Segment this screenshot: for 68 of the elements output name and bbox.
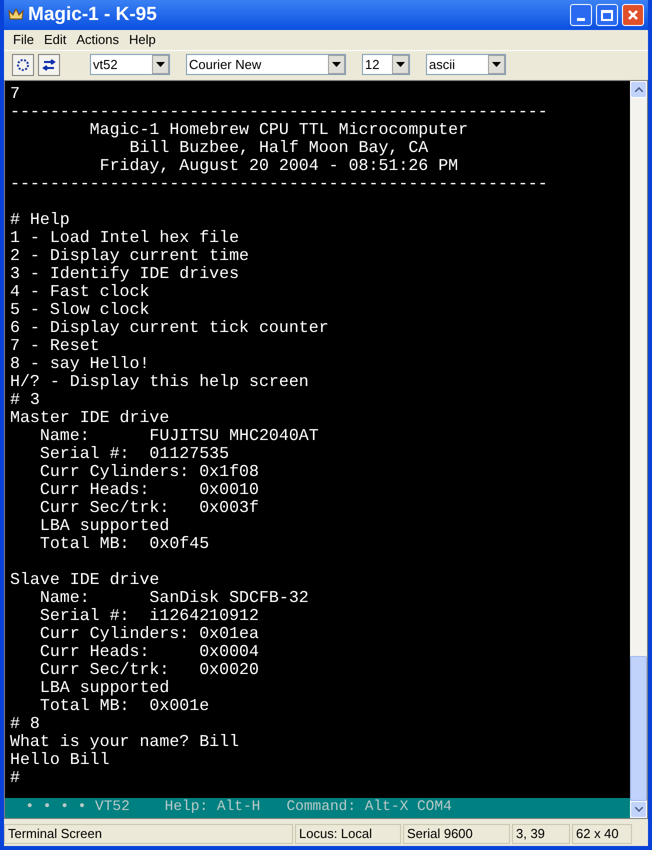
terminal-line: 2 - Display current time bbox=[10, 246, 249, 265]
terminal-line: Total MB: 0x0f45 bbox=[38, 534, 210, 553]
terminal-line: 7 bbox=[10, 84, 20, 103]
scrollbar-thumb[interactable] bbox=[630, 656, 647, 801]
terminal-line: 8 - say Hello! bbox=[10, 354, 150, 373]
terminal-line: Curr Cylinders: 0x1f08 bbox=[38, 462, 259, 481]
caret-icon bbox=[396, 62, 405, 67]
terminal-line: 4 - Fast clock bbox=[10, 282, 150, 301]
caret-icon bbox=[156, 62, 165, 67]
terminal-line: Master IDE drive bbox=[10, 408, 170, 427]
terminal-line: 6 - Display current tick counter bbox=[10, 318, 329, 337]
terminal-line: # 3 bbox=[10, 390, 40, 409]
status-cell: 62 x 40 bbox=[572, 824, 632, 844]
close-button[interactable] bbox=[622, 4, 644, 26]
window-title: Magic-1 - K-95 bbox=[28, 2, 157, 27]
status-cell: 3, 39 bbox=[512, 824, 570, 844]
terminal-status-line: • • • • VT52 Help: Alt-H Command: Alt-X COM4 bbox=[24, 798, 452, 818]
menu-item[interactable]: Actions bbox=[71, 30, 124, 50]
caret-icon bbox=[332, 62, 341, 67]
status-cell: Serial 9600 bbox=[403, 824, 510, 844]
terminal-line: Curr Heads: 0x0010 bbox=[38, 480, 259, 499]
terminal-line: 5 - Slow clock bbox=[10, 300, 150, 319]
dropdown[interactable]: ascii bbox=[426, 54, 506, 75]
menu-item[interactable]: File bbox=[8, 30, 39, 50]
terminal-line: Name: FUJITSU MHC2040AT bbox=[38, 426, 319, 445]
status-cell: Locus: Local bbox=[295, 824, 401, 844]
terminal-line: LBA supported bbox=[38, 678, 170, 697]
terminal-line: Curr Sec/trk: 0x0020 bbox=[38, 660, 259, 679]
terminal-screen[interactable] bbox=[5, 81, 630, 798]
dropdown[interactable]: vt52 bbox=[90, 54, 170, 75]
terminal-line: Serial #: i1264210912 bbox=[38, 606, 259, 625]
terminal-line: Curr Sec/trk: 0x003f bbox=[38, 498, 259, 517]
close-icon bbox=[627, 9, 639, 21]
terminal-line: Name: SanDisk SDCFB-32 bbox=[38, 588, 309, 607]
dotted-circle-icon bbox=[16, 58, 30, 72]
transfer-button[interactable] bbox=[38, 54, 60, 76]
terminal-line: Curr Cylinders: 0x01ea bbox=[38, 624, 259, 643]
terminal-line: # bbox=[10, 768, 20, 787]
status-cell: Terminal Screen bbox=[4, 824, 293, 844]
minimize-button[interactable] bbox=[570, 4, 592, 26]
terminal-line: ------------------------------------------------------ bbox=[10, 102, 548, 121]
caret-icon bbox=[492, 62, 501, 67]
arrows-icon bbox=[42, 58, 56, 72]
terminal-line: Hello Bill bbox=[10, 750, 110, 769]
terminal-line: 7 - Reset bbox=[10, 336, 100, 355]
terminal-line: Total MB: 0x001e bbox=[39, 696, 210, 715]
terminal-line: 3 - Identify IDE drives bbox=[10, 264, 240, 283]
terminal-line: H/? - Display this help screen bbox=[10, 372, 309, 391]
menu-item[interactable]: Edit bbox=[38, 30, 72, 50]
terminal-line: Slave IDE drive bbox=[10, 570, 160, 589]
maximize-button[interactable] bbox=[596, 4, 618, 26]
terminal-line: # Help bbox=[10, 210, 70, 229]
terminal-line: LBA supported bbox=[38, 516, 170, 535]
terminal-line: Serial #: 01127535 bbox=[38, 444, 230, 463]
menu-item[interactable]: Help bbox=[124, 30, 161, 50]
terminal-line: ------------------------------------------------------ bbox=[10, 174, 548, 193]
terminal-line: # 8 bbox=[10, 714, 40, 733]
dropdown[interactable]: 12 bbox=[362, 54, 410, 75]
scroll-down-button[interactable] bbox=[630, 801, 647, 818]
scroll-up-button[interactable] bbox=[630, 81, 647, 98]
terminal-line: Curr Heads: 0x0004 bbox=[38, 642, 259, 661]
terminal-line: Bill Buzbee, Half Moon Bay, CA bbox=[128, 138, 428, 157]
connect-button[interactable] bbox=[12, 54, 34, 76]
terminal-line: What is your name? Bill bbox=[10, 732, 240, 751]
terminal-line: Friday, August 20 2004 - 08:51:26 PM bbox=[98, 156, 458, 175]
dropdown[interactable]: Courier New bbox=[186, 54, 346, 75]
terminal-line: 1 - Load Intel hex file bbox=[10, 228, 240, 247]
terminal-line: Magic-1 Homebrew CPU TTL Microcomputer bbox=[88, 120, 468, 139]
